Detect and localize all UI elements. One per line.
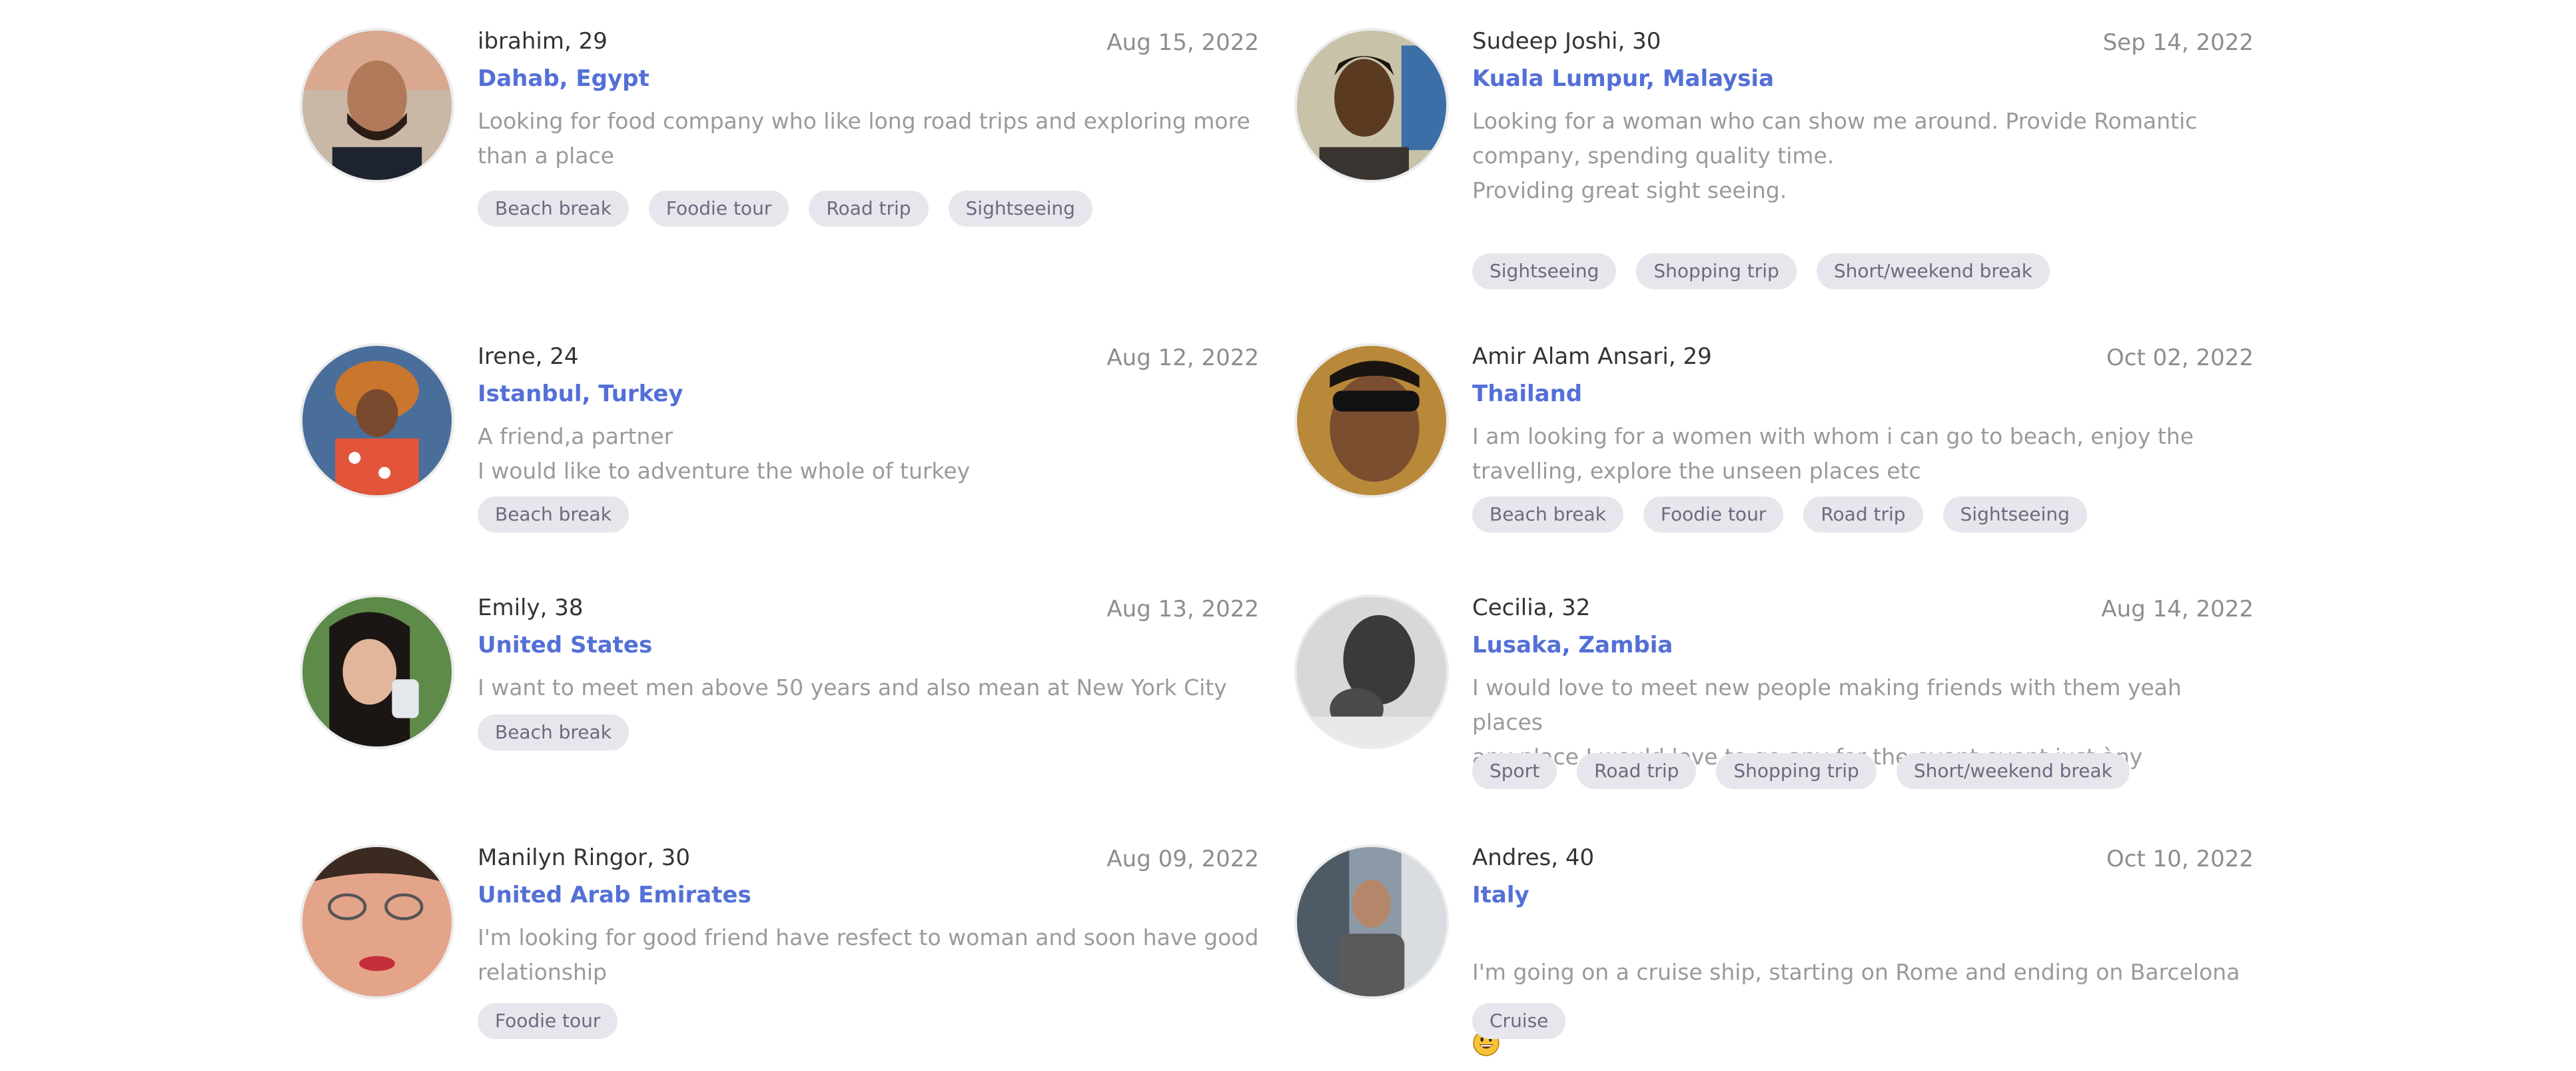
avatar-photo bbox=[1297, 346, 1446, 495]
avatar[interactable] bbox=[1294, 594, 1449, 749]
avatar-photo bbox=[1297, 31, 1446, 180]
profile-name[interactable]: ibrahim, 29 bbox=[478, 27, 608, 56]
profile-date: Aug 14, 2022 bbox=[2101, 596, 2254, 622]
tag: Beach break bbox=[478, 714, 629, 750]
tag: Foodie tour bbox=[478, 1003, 618, 1039]
profile-location: Thailand bbox=[1472, 381, 1583, 407]
profile-card[interactable]: Emily, 38 Aug 13, 2022 United States I w… bbox=[300, 594, 1259, 821]
description-text: I'm going on a cruise ship, starting on … bbox=[1472, 959, 2240, 985]
profile-date: Oct 10, 2022 bbox=[2106, 846, 2254, 872]
profile-location: United States bbox=[478, 632, 653, 658]
profile-description: A friend,a partner I would like to adven… bbox=[478, 423, 971, 484]
profile-card[interactable]: Irene, 24 Aug 12, 2022 Istanbul, Turkey … bbox=[300, 343, 1259, 570]
tag: Sightseeing bbox=[1472, 253, 1617, 289]
tag: Foodie tour bbox=[648, 191, 789, 227]
avatar[interactable] bbox=[1294, 343, 1449, 498]
tag: Sightseeing bbox=[948, 191, 1092, 227]
profile-card[interactable]: Sudeep Joshi, 30 Sep 14, 2022 Kuala Lump… bbox=[1294, 27, 2254, 289]
profile-description: Looking for a woman who can show me arou… bbox=[1472, 108, 2198, 203]
tag: Beach break bbox=[478, 497, 629, 533]
avatar[interactable] bbox=[1294, 28, 1449, 183]
profile-date: Aug 15, 2022 bbox=[1106, 29, 1259, 56]
profile-date: Sep 14, 2022 bbox=[2102, 29, 2254, 56]
profile-date: Aug 09, 2022 bbox=[1106, 846, 1259, 872]
profile-location: Dahab, Egypt bbox=[478, 65, 649, 92]
tag-list: Sightseeing Shopping trip Short/weekend … bbox=[1472, 253, 2050, 289]
tag: Road trip bbox=[809, 191, 929, 227]
profile-name[interactable]: Emily, 38 bbox=[478, 593, 584, 622]
avatar[interactable] bbox=[300, 594, 454, 749]
avatar[interactable] bbox=[1294, 844, 1449, 999]
profile-description: I want to meet men above 50 years and al… bbox=[478, 674, 1227, 700]
tag: Short/weekend break bbox=[1896, 753, 2130, 789]
profile-card[interactable]: Andres, 40 Oct 10, 2022 Italy I'm going … bbox=[1294, 844, 2254, 1071]
profile-name[interactable]: Cecilia, 32 bbox=[1472, 593, 1590, 622]
avatar[interactable] bbox=[300, 844, 454, 999]
profile-location: Italy bbox=[1472, 882, 1529, 908]
profile-card[interactable]: Amir Alam Ansari, 29 Oct 02, 2022 Thaila… bbox=[1294, 343, 2254, 570]
tag-list: Beach break Foodie tour Road trip Sights… bbox=[1472, 497, 2087, 533]
tag-list: Beach break bbox=[478, 714, 629, 750]
profile-description: I'm going on a cruise ship, starting on … bbox=[1472, 920, 2254, 1059]
tag: Short/weekend break bbox=[1816, 253, 2050, 289]
profile-location: Kuala Lumpur, Malaysia bbox=[1472, 65, 1775, 92]
tag: Foodie tour bbox=[1643, 497, 1784, 533]
profile-location: Lusaka, Zambia bbox=[1472, 632, 1673, 658]
profile-date: Aug 13, 2022 bbox=[1106, 596, 1259, 622]
profile-description: I am looking for a women with whom i can… bbox=[1472, 423, 2194, 484]
avatar-photo bbox=[1297, 597, 1446, 746]
tag: Shopping trip bbox=[1716, 753, 1877, 789]
avatar-photo bbox=[302, 597, 452, 746]
profile-name[interactable]: Andres, 40 bbox=[1472, 843, 1594, 872]
profile-name[interactable]: Manilyn Ringor, 30 bbox=[478, 843, 690, 872]
tag: Sightseeing bbox=[1942, 497, 2087, 533]
tag: Road trip bbox=[1803, 497, 1923, 533]
profile-date: Oct 02, 2022 bbox=[2106, 345, 2254, 371]
avatar[interactable] bbox=[300, 28, 454, 183]
avatar-photo bbox=[302, 31, 452, 180]
profile-date: Aug 12, 2022 bbox=[1106, 345, 1259, 371]
profile-description: I'm looking for good friend have resfect… bbox=[478, 924, 1259, 985]
tag: Road trip bbox=[1577, 753, 1697, 789]
tag-list: Beach break Foodie tour Road trip Sights… bbox=[478, 191, 1092, 227]
tag-list: Sport Road trip Shopping trip Short/week… bbox=[1472, 753, 2130, 789]
tag-list: Cruise bbox=[1472, 1003, 1566, 1039]
profile-card[interactable]: Manilyn Ringor, 30 Aug 09, 2022 United A… bbox=[300, 844, 1259, 1071]
profile-name[interactable]: Sudeep Joshi, 30 bbox=[1472, 27, 1661, 56]
tag-list: Foodie tour bbox=[478, 1003, 618, 1039]
tag: Shopping trip bbox=[1636, 253, 1797, 289]
profile-name[interactable]: Irene, 24 bbox=[478, 342, 579, 371]
tag: Beach break bbox=[1472, 497, 1623, 533]
avatar-photo bbox=[1297, 847, 1446, 996]
tag: Sport bbox=[1472, 753, 1557, 789]
avatar-photo bbox=[302, 346, 452, 495]
profile-location: United Arab Emirates bbox=[478, 882, 751, 908]
avatar[interactable] bbox=[300, 343, 454, 498]
profile-card[interactable]: ibrahim, 29 Aug 15, 2022 Dahab, Egypt Lo… bbox=[300, 28, 1259, 255]
profile-card[interactable]: Cecilia, 32 Aug 14, 2022 Lusaka, Zambia … bbox=[1294, 594, 2254, 821]
avatar-photo bbox=[302, 847, 452, 996]
profile-name[interactable]: Amir Alam Ansari, 29 bbox=[1472, 342, 1712, 371]
profile-location: Istanbul, Turkey bbox=[478, 381, 683, 407]
tag-list: Beach break bbox=[478, 497, 629, 533]
profile-description: Looking for food company who like long r… bbox=[478, 108, 1250, 169]
tag: Beach break bbox=[478, 191, 629, 227]
tag: Cruise bbox=[1472, 1003, 1566, 1039]
